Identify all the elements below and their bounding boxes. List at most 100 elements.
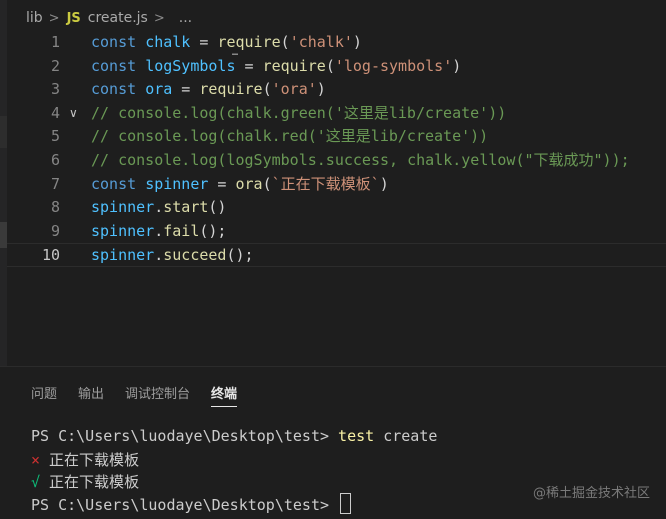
terminal-prompt: PS C:\Users\luodaye\Desktop\test> [31, 427, 339, 445]
code-token: require [262, 56, 326, 75]
code-line[interactable]: 5 // console.log(chalk.red('这里是lib/create… [7, 125, 666, 149]
code-token: ( [280, 33, 290, 51]
terminal-prompt: PS C:\Users\luodaye\Desktop\test> [31, 496, 339, 514]
code-text: const chalk = require('chalk') [91, 31, 362, 55]
code-token: 'chalk' [289, 33, 353, 51]
tab-problems[interactable]: 问题 [31, 383, 57, 407]
edge-marker [0, 116, 7, 148]
code-token: ) [316, 80, 326, 99]
code-text: spinner.succeed(); [91, 244, 254, 268]
code-token: logSymbols [145, 56, 236, 75]
terminal-line: × 正在下载模板 [31, 449, 139, 470]
code-token: . [154, 221, 164, 240]
javascript-file-icon: JS [66, 10, 81, 26]
terminal-output: 正在下载模板 [40, 473, 140, 491]
code-token: (); [226, 246, 254, 265]
code-token: ) [452, 56, 462, 75]
code-editor[interactable]: … 1 const chalk = require('chalk') 2 const … [7, 31, 666, 361]
code-text: const spinner = ora(`正在下载模板`) [91, 173, 389, 197]
code-token: (); [199, 221, 227, 240]
tab-output[interactable]: 输出 [78, 383, 104, 407]
code-line[interactable]: 9 spinner.fail(); [7, 220, 666, 244]
code-line[interactable]: 8 spinner.start() [7, 196, 666, 220]
code-token: = [172, 80, 200, 99]
code-token: require [199, 80, 263, 99]
code-token: fail [163, 221, 200, 240]
line-number: 8 [50, 198, 60, 217]
code-text: // console.log(logSymbols.success, chalk… [91, 149, 630, 173]
code-text: // console.log(chalk.red('这里是lib/create'… [91, 125, 488, 149]
watermark: @稀土掘金技术社区 [532, 486, 650, 501]
terminal-line: PS C:\Users\luodaye\Desktop\test> test c… [31, 427, 437, 445]
code-token: const [91, 33, 137, 51]
code-token: ( [262, 80, 272, 99]
line-number: 3 [50, 80, 60, 99]
terminal-command: test [338, 427, 375, 445]
code-line[interactable]: 10 spinner.succeed(); [7, 243, 666, 267]
tab-debug-console[interactable]: 调试控制台 [125, 383, 190, 407]
code-token: () [208, 198, 227, 217]
code-token: 'ora' [271, 80, 317, 99]
code-token: start [163, 198, 209, 217]
code-token: ora [145, 80, 173, 99]
code-line[interactable]: 6 // console.log(logSymbols.success, chal… [7, 149, 666, 173]
code-token: `正在下载模板` [271, 174, 380, 193]
panel-tabs: 问题 输出 调试控制台 终端 [31, 383, 258, 407]
code-token: ) [379, 174, 389, 193]
line-number: 1 [50, 33, 60, 51]
code-token: // console.log(chalk.green('这里是lib/creat… [91, 103, 507, 122]
chevron-right-icon: > [153, 10, 165, 26]
code-text: const logSymbols = require('log-symbols'… [91, 55, 461, 79]
terminal-command-arg: create [374, 427, 438, 445]
code-line[interactable]: 4 ∨ // console.log(chalk.green('这里是lib/cre… [7, 102, 666, 126]
cross-icon: × [31, 451, 41, 469]
code-line[interactable]: 3 const ora = require('ora') [7, 78, 666, 102]
terminal-cursor[interactable] [340, 493, 352, 514]
line-number: 4 [50, 103, 60, 122]
bottom-panel: 问题 输出 调试控制台 终端 PS C:\Users\luodaye\Deskt… [0, 366, 666, 519]
code-token: succeed [163, 246, 227, 265]
edge-marker [0, 222, 7, 248]
code-text: spinner.fail(); [91, 220, 226, 244]
line-number: 2 [50, 56, 60, 75]
chevron-right-icon: > [48, 10, 60, 26]
code-token: spinner [145, 174, 209, 193]
line-number: 7 [50, 174, 60, 193]
code-token: chalk [145, 33, 191, 51]
code-token: . [154, 198, 164, 217]
code-token: spinner [91, 221, 155, 240]
code-token: // console.log(logSymbols.success, chalk… [91, 151, 630, 169]
code-token: ora [235, 174, 263, 193]
code-text: spinner.start() [91, 196, 226, 220]
breadcrumb-symbols[interactable]: ... [179, 10, 192, 26]
terminal-line: √ 正在下载模板 [31, 471, 139, 492]
code-token: require [217, 33, 281, 51]
code-line[interactable]: 1 const chalk = require('chalk') [7, 31, 666, 55]
breadcrumb-folder[interactable]: lib [26, 10, 43, 26]
code-line[interactable]: 7 const spinner = ora(`正在下载模板`) [7, 173, 666, 197]
line-number: 5 [50, 127, 60, 146]
fold-chevron-icon[interactable]: ∨ [69, 102, 78, 126]
code-token: = [190, 33, 218, 51]
code-token: . [154, 246, 164, 265]
code-token: // console.log(chalk.red('这里是lib/create'… [91, 127, 489, 146]
breadcrumb: lib > JS create.js > ... [26, 8, 192, 28]
terminal-output: 正在下载模板 [40, 451, 140, 469]
line-number: 9 [50, 221, 60, 240]
code-token: 'log-symbols' [334, 56, 453, 75]
code-token: const [91, 80, 137, 99]
code-token: ( [262, 174, 272, 193]
code-token: spinner [91, 198, 155, 217]
terminal-line[interactable]: PS C:\Users\luodaye\Desktop\test> [31, 493, 352, 514]
breadcrumb-file[interactable]: create.js [88, 10, 148, 26]
code-line[interactable]: 2 const logSymbols = require('log-symbols… [7, 55, 666, 79]
tab-terminal[interactable]: 终端 [211, 383, 238, 407]
check-icon: √ [31, 473, 41, 491]
code-token: spinner [91, 246, 155, 265]
code-token: ) [352, 33, 362, 51]
code-token: const [91, 174, 137, 193]
code-text: const ora = require('ora') [91, 78, 326, 102]
code-token: const [91, 56, 137, 75]
